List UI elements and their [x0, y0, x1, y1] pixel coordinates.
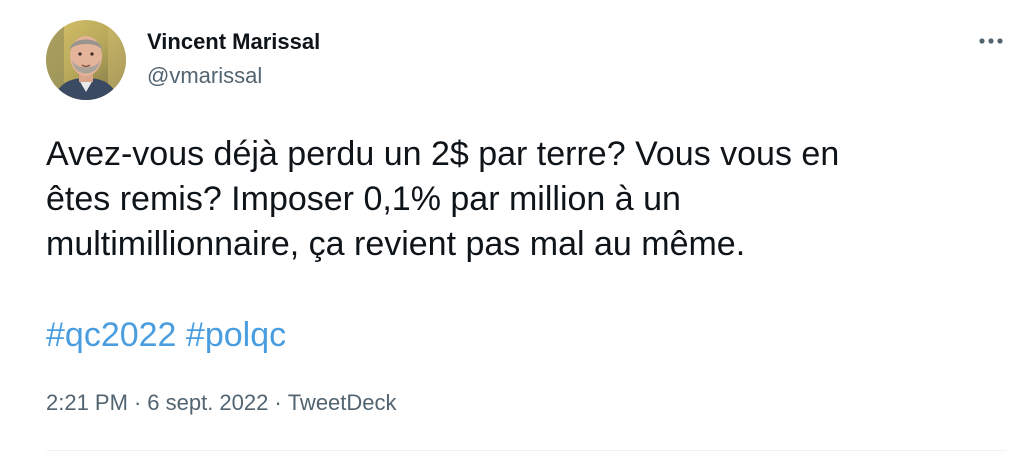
tweet-text: Avez-vous déjà perdu un 2$ par terre? Vo…: [46, 132, 996, 267]
hashtag-row: #qc2022 #polqc: [46, 313, 286, 358]
tweet-text-line: êtes remis? Imposer 0,1% par million à u…: [46, 180, 681, 218]
tweet-meta: 2:21 PM · 6 sept. 2022 · TweetDeck: [46, 390, 397, 416]
author-display-name[interactable]: Vincent Marissal: [147, 29, 320, 55]
tweet-time[interactable]: 2:21 PM: [46, 390, 128, 415]
tweet-text-line: Avez-vous déjà perdu un 2$ par terre? Vo…: [46, 135, 840, 173]
hashtag-qc2022[interactable]: #qc2022: [46, 316, 176, 354]
tweet-text-line: multimillionnaire, ça revient pas mal au…: [46, 225, 746, 263]
divider: [46, 450, 1006, 451]
meta-separator: ·: [133, 390, 142, 415]
meta-separator: ·: [274, 390, 282, 415]
hashtag-polqc[interactable]: #polqc: [186, 316, 286, 354]
more-horizontal-icon: [979, 38, 1003, 44]
tweet-card: Vincent Marissal @vmarissal Avez-vous dé…: [0, 0, 1034, 466]
tweet-source[interactable]: TweetDeck: [288, 390, 397, 415]
author-handle[interactable]: @vmarissal: [147, 63, 262, 89]
tweet-date[interactable]: 6 sept. 2022: [147, 390, 268, 415]
more-options-button[interactable]: [974, 26, 1008, 56]
profile-photo-icon: [46, 20, 126, 100]
avatar[interactable]: [46, 20, 126, 100]
